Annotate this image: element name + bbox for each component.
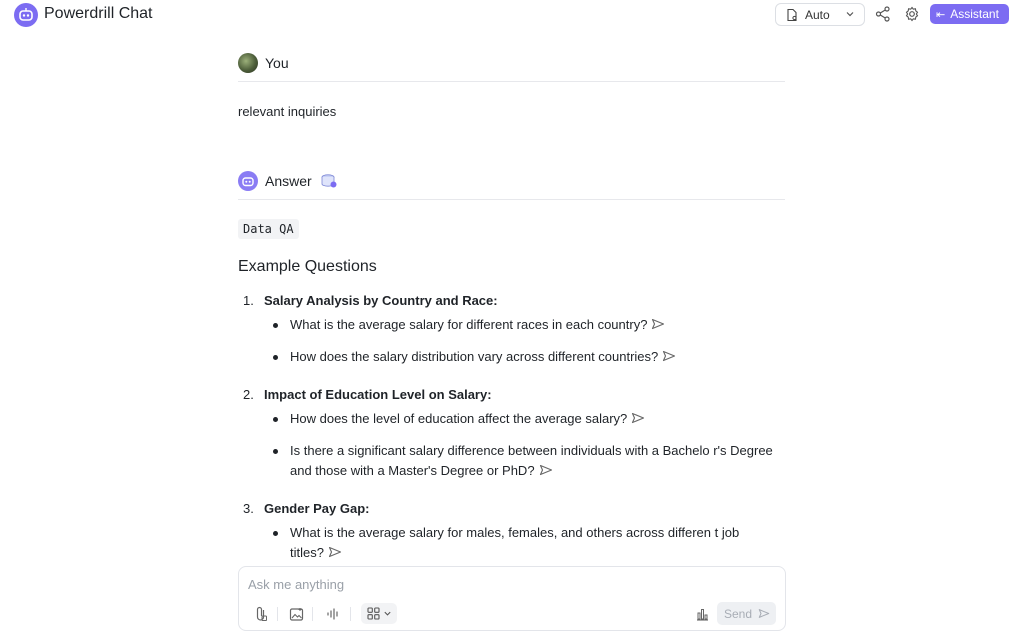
example-question-text[interactable]: How does the salary distribution vary ac…: [290, 349, 658, 364]
assistant-button[interactable]: ⇤ Assistant: [930, 4, 1009, 24]
send-question-icon[interactable]: [631, 412, 645, 424]
image-upload-icon[interactable]: [287, 605, 305, 623]
user-message-text: relevant inquiries: [238, 104, 337, 119]
database-icon[interactable]: [320, 173, 338, 189]
divider: [238, 81, 785, 82]
avatar: [238, 53, 258, 73]
grid-icon: [366, 607, 380, 620]
composer: Send: [238, 566, 786, 631]
chevron-down-icon: [383, 611, 391, 616]
attach-file-icon[interactable]: [252, 605, 270, 623]
list-number: 3.: [243, 501, 254, 516]
assistant-button-label: Assistant: [950, 7, 999, 21]
list-item-title: Impact of Education Level on Salary:: [264, 387, 492, 402]
mode-select[interactable]: Auto: [775, 3, 865, 26]
list-item-title: Gender Pay Gap:: [264, 501, 370, 516]
answer-author-label: Answer: [265, 173, 312, 189]
example-question-text[interactable]: What is the average salary for different…: [290, 317, 647, 332]
chat-input[interactable]: [248, 577, 768, 592]
robot-avatar-icon: [238, 171, 258, 191]
send-icon: [758, 609, 770, 618]
list-number: 1.: [243, 293, 254, 308]
send-question-icon[interactable]: [539, 464, 553, 476]
bullet: [273, 417, 278, 422]
example-question-text[interactable]: Is there a significant salary difference…: [290, 443, 773, 478]
user-author-label: You: [265, 55, 289, 71]
example-question: How does the salary distribution vary ac…: [290, 347, 780, 367]
send-question-icon[interactable]: [662, 350, 676, 362]
voice-wave-icon[interactable]: [324, 605, 342, 623]
example-question: How does the level of education affect t…: [290, 409, 780, 429]
bullet: [273, 449, 278, 454]
section-title: Example Questions: [238, 258, 377, 275]
share-icon[interactable]: [874, 5, 892, 23]
send-question-icon[interactable]: [651, 318, 665, 330]
bullet: [273, 323, 278, 328]
robot-logo-icon: [14, 3, 38, 27]
chart-icon[interactable]: [693, 605, 711, 623]
panel-expand-icon: ⇤: [936, 8, 946, 21]
list-number: 2.: [243, 387, 254, 402]
mode-select-value: Auto: [805, 7, 830, 22]
data-qa-tag: Data QA: [238, 219, 299, 239]
divider: [350, 607, 351, 621]
apps-dropdown-button[interactable]: [361, 603, 397, 624]
bullet: [273, 531, 278, 536]
example-question-text[interactable]: What is the average salary for males, fe…: [290, 525, 739, 560]
example-question: What is the average salary for males, fe…: [290, 523, 776, 563]
user-message-header: You: [238, 53, 289, 73]
top-bar: Powerdrill Chat Auto ⇤ Assistant: [0, 0, 1024, 30]
example-question: Is there a significant salary difference…: [290, 441, 776, 481]
divider: [312, 607, 313, 621]
file-settings-icon: [787, 8, 797, 21]
example-question: What is the average salary for different…: [290, 315, 780, 335]
answer-header: Answer: [238, 171, 338, 191]
divider: [277, 607, 278, 621]
gear-icon[interactable]: [903, 5, 921, 23]
divider: [238, 199, 785, 200]
bullet: [273, 355, 278, 360]
send-question-icon[interactable]: [328, 546, 342, 558]
list-item-title: Salary Analysis by Country and Race:: [264, 293, 498, 308]
send-button-label: Send: [724, 606, 753, 621]
chevron-down-icon: [846, 12, 854, 17]
send-button[interactable]: Send: [717, 602, 776, 625]
example-question-text[interactable]: How does the level of education affect t…: [290, 411, 627, 426]
app-title: Powerdrill Chat: [44, 5, 153, 22]
